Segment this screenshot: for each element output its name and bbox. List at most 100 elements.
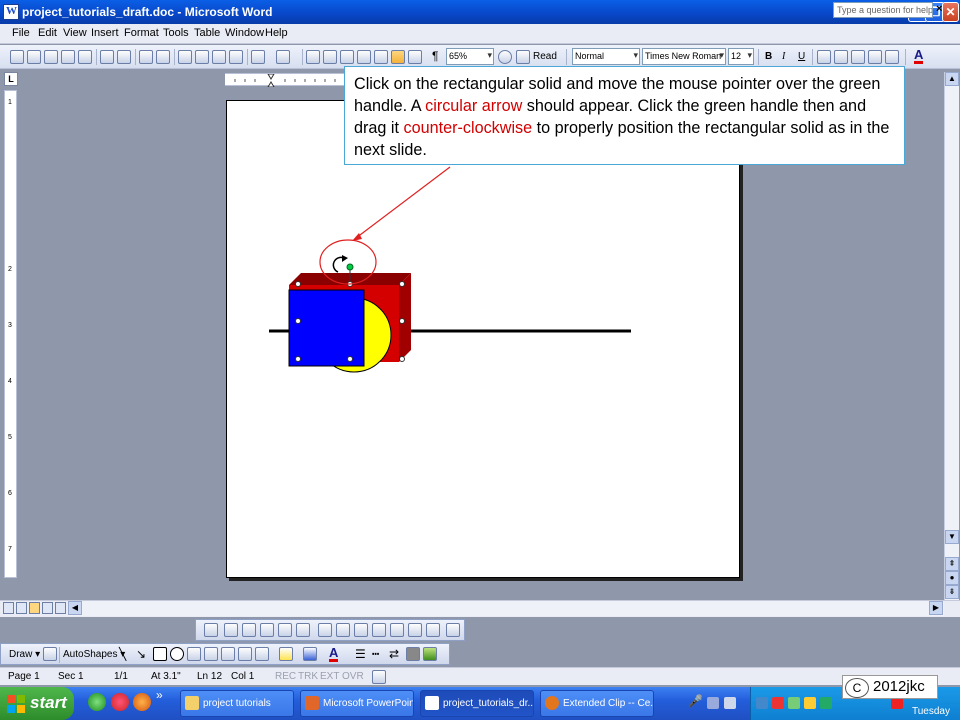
tab-selector[interactable]: L [4,72,18,86]
3d-style-icon[interactable] [423,647,437,661]
tray-icon-3[interactable] [756,697,768,709]
status-trk[interactable]: TRK [298,671,318,682]
save-icon[interactable] [44,50,58,64]
drawing-icon[interactable] [391,50,405,64]
redo-icon[interactable] [276,50,290,64]
tray-icon-7[interactable] [820,697,832,709]
dash-style-icon[interactable]: ┅ [372,647,379,661]
scroll-left-button[interactable]: ◀ [68,601,82,615]
quicklaunch-overflow-icon[interactable]: » [156,688,163,702]
draw-menu-button[interactable]: Draw ▾ [9,649,40,660]
set-transparent-icon[interactable] [426,623,440,637]
chrome-icon[interactable] [111,693,129,711]
align-left-icon[interactable] [817,50,831,64]
format-picture-icon[interactable] [408,623,422,637]
tray-icon-4[interactable] [772,697,784,709]
status-rec[interactable]: REC [275,671,296,682]
menu-tools[interactable]: Tools [163,27,189,39]
normal-view-icon[interactable] [3,602,14,614]
diagram-icon[interactable] [221,647,235,661]
insert-excel-icon[interactable] [357,50,371,64]
cut-icon[interactable] [178,50,192,64]
oval-tool-icon[interactable] [170,647,184,661]
line-tool-icon[interactable]: ╲ [119,647,126,661]
tray-icon-2[interactable] [724,697,736,709]
autoshapes-menu-button[interactable]: AutoShapes ▾ [63,649,125,660]
status-ovr[interactable]: OVR [342,671,364,682]
spelling-status-icon[interactable] [372,670,386,684]
bold-button[interactable]: B [765,51,772,62]
more-contrast-icon[interactable] [242,623,256,637]
print-icon[interactable] [100,50,114,64]
scroll-up-button[interactable]: ▲ [945,72,959,86]
help-search-input[interactable]: Type a question for help [833,2,933,18]
reading-view-icon[interactable] [55,602,66,614]
menu-view[interactable]: View [63,27,87,39]
align-right-icon[interactable] [851,50,865,64]
print-preview-icon[interactable] [117,50,131,64]
copy-icon[interactable] [195,50,209,64]
justify-icon[interactable] [868,50,882,64]
research-icon[interactable] [156,50,170,64]
more-brightness-icon[interactable] [278,623,292,637]
quicklaunch-icon[interactable] [88,693,106,711]
crop-icon[interactable] [318,623,332,637]
spelling-icon[interactable] [139,50,153,64]
font-color-icon[interactable]: A [914,48,924,64]
close-document-icon[interactable]: × [936,3,942,15]
menu-help[interactable]: Help [265,27,288,39]
insert-picture-icon[interactable] [204,623,218,637]
show-hide-icon[interactable]: ¶ [432,49,438,63]
menu-table[interactable]: Table [194,27,220,39]
microphone-icon[interactable]: 🎤 [688,694,703,708]
read-button[interactable]: Read [533,51,557,62]
columns-icon[interactable] [374,50,388,64]
compress-icon[interactable] [372,623,386,637]
line-spacing-icon[interactable] [885,50,899,64]
underline-button[interactable]: U [798,51,805,62]
font-size-select[interactable]: 12 [728,48,754,65]
text-wrap-icon[interactable] [390,623,404,637]
document-map-icon[interactable] [408,50,422,64]
previous-page-button[interactable]: ⇞ [945,557,959,571]
blue-square[interactable] [288,289,365,367]
shadow-style-icon[interactable] [406,647,420,661]
menu-format[interactable]: Format [124,27,159,39]
format-painter-icon[interactable] [229,50,243,64]
menu-window[interactable]: Window [225,27,264,39]
outline-view-icon[interactable] [42,602,53,614]
hyperlink-icon[interactable] [306,50,320,64]
rectangle-tool-icon[interactable] [153,647,167,661]
paste-icon[interactable] [212,50,226,64]
rotate-left-icon[interactable] [336,623,350,637]
tables-borders-icon[interactable] [323,50,337,64]
less-contrast-icon[interactable] [260,623,274,637]
word-doc-icon[interactable] [3,4,19,20]
horizontal-scrollbar[interactable]: ◀ ▶ [68,601,944,616]
read-icon[interactable] [516,50,530,64]
taskbar-project-tutorials[interactable]: project tutorials [180,690,294,717]
italic-button[interactable]: I [782,51,785,62]
align-center-icon[interactable] [834,50,848,64]
color-icon[interactable] [224,623,238,637]
next-page-button[interactable]: ⇟ [945,585,959,599]
menu-edit[interactable]: Edit [38,27,57,39]
style-select[interactable]: Normal [572,48,640,65]
fill-color-icon[interactable] [279,647,293,661]
green-rotation-handle[interactable] [346,263,354,271]
select-objects-icon[interactable] [43,647,57,661]
help-icon[interactable] [498,50,512,64]
taskbar-word-document[interactable]: project_tutorials_dr... [420,690,534,717]
firefox-icon[interactable] [133,693,151,711]
text-box-icon[interactable] [187,647,201,661]
vertical-ruler[interactable]: 1 2 3 4 5 6 7 [4,90,17,578]
tray-icon-6[interactable] [804,697,816,709]
tray-icon-1[interactable] [707,697,719,709]
email-icon[interactable] [78,50,92,64]
line-style-draw-icon[interactable]: ☰ [355,647,366,661]
font-select[interactable]: Times New Roman [642,48,726,65]
close-button[interactable]: ✕ [942,2,959,22]
menu-insert[interactable]: Insert [91,27,119,39]
picture-icon[interactable] [255,647,269,661]
open-icon[interactable] [27,50,41,64]
